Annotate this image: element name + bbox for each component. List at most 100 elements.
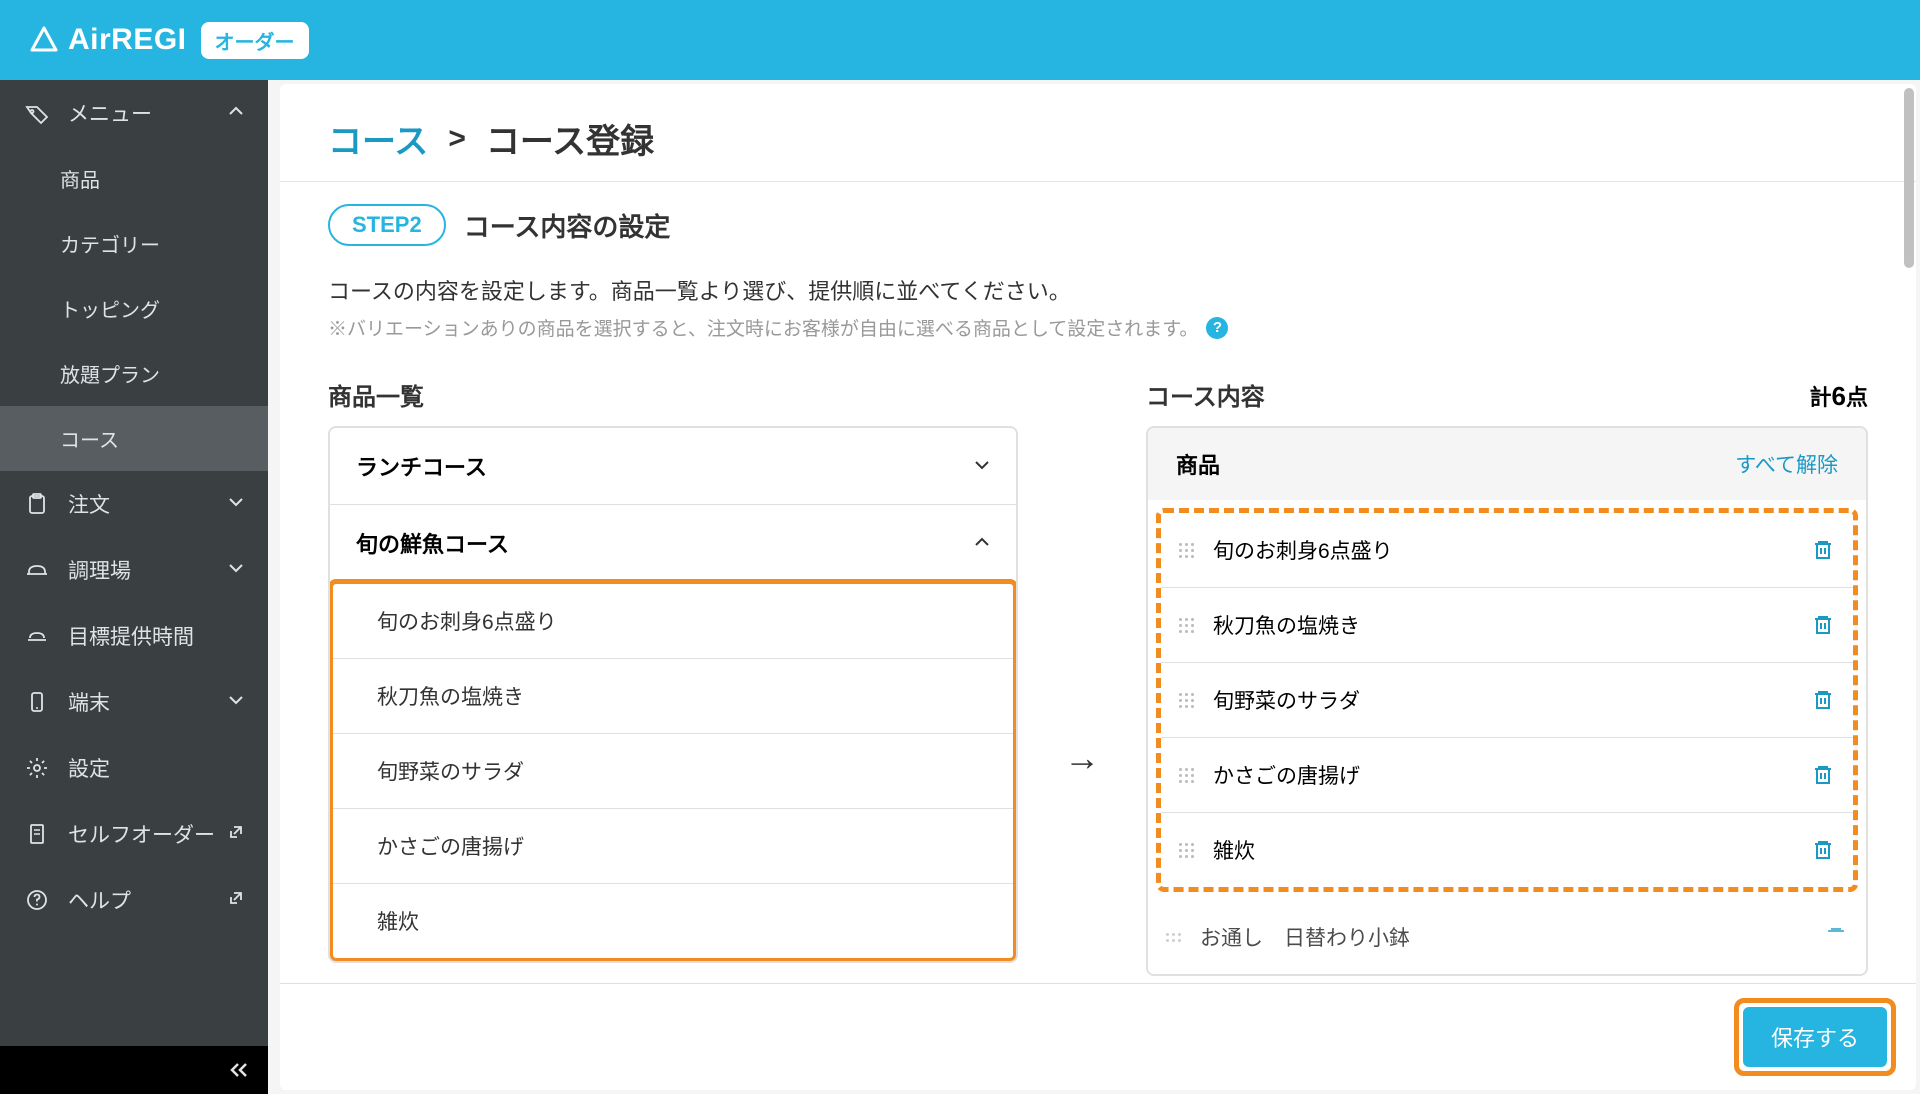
- course-item[interactable]: 雑炊: [1161, 813, 1853, 887]
- sidebar-item-orders[interactable]: 注文: [0, 471, 268, 537]
- sidebar-label: メニュー: [68, 98, 152, 128]
- product-item[interactable]: 旬野菜のサラダ: [333, 734, 1013, 809]
- sidebar-item-products[interactable]: 商品: [0, 146, 268, 211]
- external-link-icon: [228, 822, 244, 846]
- drag-handle-icon[interactable]: [1179, 543, 1197, 558]
- save-button[interactable]: 保存する: [1743, 1007, 1887, 1067]
- note-text: ※バリエーションありの商品を選択すると、注文時にお客様が自由に選べる商品として設…: [328, 314, 1868, 341]
- logo-icon: [28, 24, 60, 56]
- sidebar-item-categories[interactable]: カテゴリー: [0, 211, 268, 276]
- sidebar-label: ヘルプ: [68, 885, 131, 915]
- sidebar-item-course[interactable]: コース: [0, 406, 268, 471]
- product-item[interactable]: 秋刀魚の塩焼き: [333, 659, 1013, 734]
- sidebar-item-help[interactable]: ヘルプ: [0, 867, 268, 933]
- course-item-label: 旬のお刺身6点盛り: [1213, 535, 1795, 565]
- trash-icon[interactable]: [1811, 613, 1835, 637]
- chevron-down-icon: [228, 492, 244, 516]
- sidebar-item-plans[interactable]: 放題プラン: [0, 341, 268, 406]
- chevron-down-icon: [974, 453, 990, 479]
- step-badge: STEP2: [328, 204, 446, 246]
- course-item[interactable]: かさごの唐揚げ: [1161, 738, 1853, 813]
- receipt-icon: [24, 821, 50, 847]
- trash-icon[interactable]: [1811, 538, 1835, 562]
- content: コース > コース登録 STEP2 コース内容の設定 コースの内容を設定します。…: [280, 84, 1916, 1090]
- sidebar-item-menu[interactable]: メニュー: [0, 80, 268, 146]
- help-icon[interactable]: ?: [1206, 317, 1228, 339]
- sidebar-collapse-button[interactable]: [0, 1046, 268, 1094]
- description-text: コースの内容を設定します。商品一覧より選び、提供順に並べてください。: [328, 274, 1868, 306]
- accordion-lunch[interactable]: ランチコース: [330, 428, 1016, 505]
- header: AirREGI オーダー: [0, 0, 1920, 80]
- breadcrumb: コース > コース登録: [328, 114, 1868, 163]
- breadcrumb-current: コース登録: [486, 114, 654, 163]
- trash-icon[interactable]: [1824, 925, 1848, 949]
- gear-icon: [24, 755, 50, 781]
- drag-handle-icon[interactable]: [1179, 768, 1197, 783]
- course-count: 計6点: [1810, 380, 1869, 412]
- accordion-label: 旬の鮮魚コース: [356, 527, 509, 559]
- accordion-label: ランチコース: [356, 450, 487, 482]
- course-panel: 商品 すべて解除 旬のお刺身6点盛り 秋刀魚の塩焼き: [1146, 426, 1868, 976]
- step-row: STEP2 コース内容の設定: [328, 204, 1868, 246]
- course-item[interactable]: 秋刀魚の塩焼き: [1161, 588, 1853, 663]
- logo-badge: オーダー: [201, 22, 309, 59]
- logo-text: AirREGI: [68, 23, 187, 57]
- breadcrumb-separator: >: [448, 122, 466, 156]
- clear-all-button[interactable]: すべて解除: [1735, 449, 1838, 479]
- breadcrumb-link[interactable]: コース: [328, 114, 428, 163]
- course-item-label: かさごの唐揚げ: [1213, 760, 1795, 790]
- divider: [280, 181, 1916, 182]
- product-item[interactable]: 雑炊: [333, 884, 1013, 958]
- trash-icon[interactable]: [1811, 838, 1835, 862]
- serve-icon: [24, 623, 50, 649]
- scrollbar[interactable]: [1904, 88, 1914, 268]
- sidebar-label: 注文: [68, 489, 110, 519]
- save-button-highlight: 保存する: [1734, 998, 1896, 1076]
- external-link-icon: [228, 888, 244, 912]
- course-item-partial[interactable]: お通し 日替わり小鉢: [1148, 900, 1866, 974]
- sidebar-item-target-time[interactable]: 目標提供時間: [0, 603, 268, 669]
- sidebar-item-settings[interactable]: 設定: [0, 735, 268, 801]
- course-item-label: 雑炊: [1213, 835, 1795, 865]
- step-title: コース内容の設定: [464, 207, 671, 244]
- product-item[interactable]: かさごの唐揚げ: [333, 809, 1013, 884]
- sidebar-item-terminals[interactable]: 端末: [0, 669, 268, 735]
- drag-handle-icon[interactable]: [1179, 618, 1197, 633]
- arrow-right-icon: →: [1064, 737, 1100, 779]
- course-item-label: 秋刀魚の塩焼き: [1213, 610, 1795, 640]
- sidebar-item-kitchen[interactable]: 調理場: [0, 537, 268, 603]
- collapse-icon: [228, 1062, 252, 1078]
- sidebar-item-toppings[interactable]: トッピング: [0, 276, 268, 341]
- sidebar-item-self-order[interactable]: セルフオーダー: [0, 801, 268, 867]
- product-item[interactable]: 旬のお刺身6点盛り: [333, 584, 1013, 659]
- course-item-label: お通し 日替わり小鉢: [1200, 922, 1808, 952]
- sidebar-sub-label: カテゴリー: [60, 229, 160, 258]
- course-head: 商品 すべて解除: [1148, 428, 1866, 500]
- sidebar-label: 調理場: [68, 555, 131, 585]
- chevron-up-icon: [974, 530, 990, 556]
- sidebar-label: 目標提供時間: [68, 621, 194, 651]
- help-icon: [24, 887, 50, 913]
- note-content: ※バリエーションありの商品を選択すると、注文時にお客様が自由に選べる商品として設…: [328, 314, 1198, 341]
- course-item[interactable]: 旬野菜のサラダ: [1161, 663, 1853, 738]
- accordion-fish[interactable]: 旬の鮮魚コース: [330, 505, 1016, 581]
- trash-icon[interactable]: [1811, 763, 1835, 787]
- drag-handle-icon[interactable]: [1179, 693, 1197, 708]
- clipboard-icon: [24, 491, 50, 517]
- product-list-label: 商品一覧: [328, 377, 1018, 412]
- sidebar-label: 設定: [68, 753, 110, 783]
- course-item[interactable]: 旬のお刺身6点盛り: [1161, 513, 1853, 588]
- course-item-label: 旬野菜のサラダ: [1213, 685, 1795, 715]
- product-list-panel: ランチコース 旬の鮮魚コース 旬のお刺身6点盛り 秋刀魚の塩焼き 旬野菜のサラダ…: [328, 426, 1018, 963]
- sidebar-sub-label: 放題プラン: [60, 359, 160, 388]
- sidebar-label: セルフオーダー: [68, 819, 215, 849]
- trash-icon[interactable]: [1811, 688, 1835, 712]
- chevron-down-icon: [228, 690, 244, 714]
- course-head-label: 商品: [1176, 448, 1220, 480]
- drag-handle-icon[interactable]: [1166, 933, 1184, 942]
- drag-handle-icon[interactable]: [1179, 843, 1197, 858]
- kitchen-icon: [24, 557, 50, 583]
- chevron-down-icon: [228, 558, 244, 582]
- accordion-body-highlighted: 旬のお刺身6点盛り 秋刀魚の塩焼き 旬野菜のサラダ かさごの唐揚げ 雑炊: [328, 579, 1018, 963]
- arrow-column: →: [1042, 377, 1122, 779]
